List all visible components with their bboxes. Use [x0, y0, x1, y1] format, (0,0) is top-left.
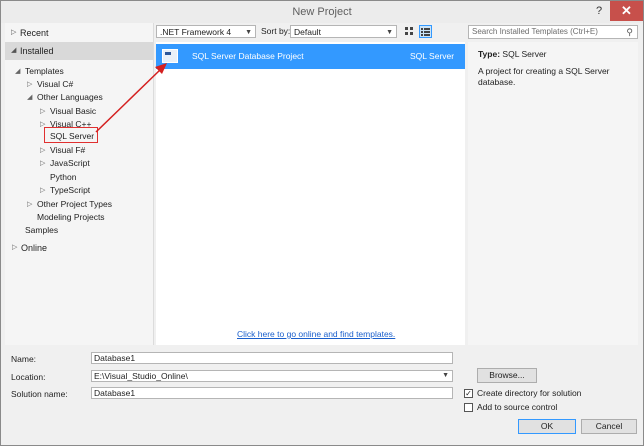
cancel-button[interactable]: Cancel: [581, 419, 637, 434]
solution-name-field[interactable]: Database1: [91, 387, 453, 399]
add-source-control-checkbox[interactable]: [464, 403, 473, 412]
ok-button[interactable]: OK: [518, 419, 576, 434]
chevron-down-icon: ▼: [442, 372, 449, 379]
location-label: Location:: [11, 372, 46, 382]
project-name-field[interactable]: Database1: [91, 352, 453, 364]
browse-button[interactable]: Browse...: [477, 368, 537, 383]
create-directory-label: Create directory for solution: [477, 388, 582, 398]
add-source-control-label: Add to source control: [477, 402, 558, 412]
solution-name-label: Solution name:: [11, 389, 68, 399]
create-directory-checkbox[interactable]: ✓: [464, 389, 473, 398]
name-label: Name:: [11, 354, 37, 364]
location-field[interactable]: E:\Visual_Studio_Online\ ▼: [91, 370, 453, 382]
new-project-dialog: New Project ? ✕ ▷ Recent ◢ Installed ◢ Te…: [0, 0, 644, 446]
